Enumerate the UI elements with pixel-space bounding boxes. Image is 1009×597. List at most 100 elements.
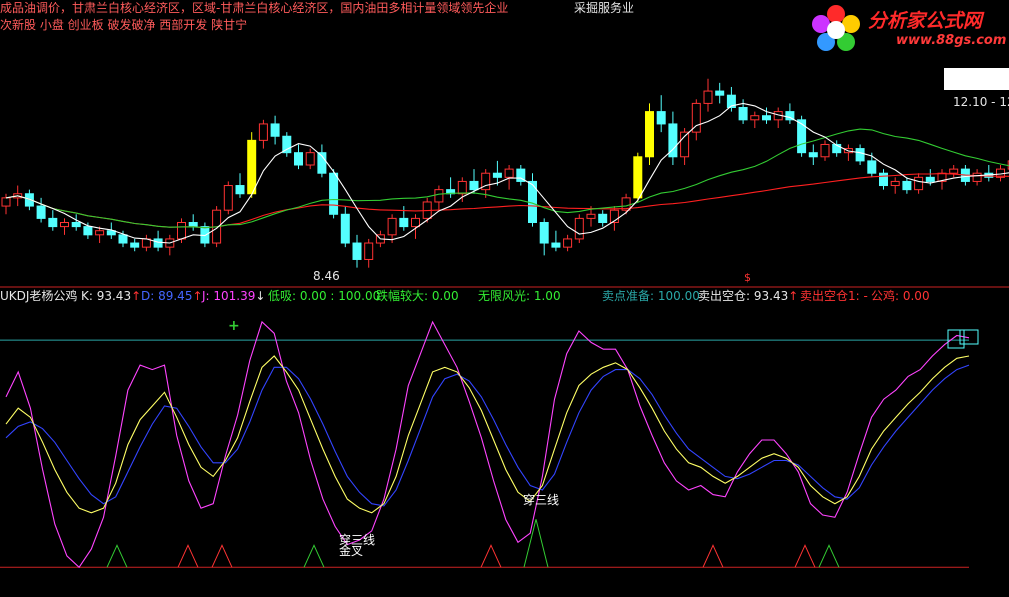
candle-body bbox=[153, 238, 163, 248]
indicator-item: J: 101.39↓ bbox=[202, 289, 266, 303]
sell-box-marker bbox=[947, 329, 965, 349]
indicator-item: 卖点准备: 100.00 bbox=[602, 289, 700, 303]
candle-body bbox=[130, 242, 140, 248]
signal-triangle-large bbox=[523, 519, 549, 568]
candle-body bbox=[949, 168, 959, 174]
indicator-item: K: 93.43↑ bbox=[81, 289, 142, 303]
signal-triangle bbox=[303, 544, 325, 568]
indicator-item: 卖出空仓1: - bbox=[800, 289, 868, 303]
concept-tags-line: 成品油调价，甘肃兰白核心经济区，区域-甘肃兰白核心经济区，国内油田多相计量领域领… bbox=[0, 1, 509, 15]
indicator-item: D: 89.45↑ bbox=[141, 289, 203, 303]
price-range-label: 12.10 - 12.65 bbox=[953, 95, 1009, 109]
indicator-arrow: ↑ bbox=[131, 289, 142, 303]
candle-body bbox=[820, 143, 830, 158]
signal-triangle bbox=[211, 544, 233, 568]
candle-body bbox=[411, 217, 420, 228]
candle-body bbox=[867, 160, 877, 174]
candle-body bbox=[551, 242, 561, 248]
candle-body bbox=[492, 172, 502, 178]
candle-body bbox=[387, 217, 397, 236]
signal-triangle bbox=[177, 544, 199, 568]
candle-body bbox=[762, 115, 771, 121]
candle-body bbox=[855, 148, 865, 162]
candle-body bbox=[434, 189, 444, 203]
indicator-arrow: ↑ bbox=[788, 289, 799, 303]
candle-body bbox=[469, 180, 479, 191]
indicator-item: 卖出空仓: 93.43↑ bbox=[698, 289, 799, 303]
candle-body bbox=[48, 217, 58, 228]
candle-body bbox=[329, 172, 339, 215]
candle-body bbox=[972, 172, 982, 182]
candle-body bbox=[738, 107, 748, 121]
signal-triangle bbox=[106, 544, 128, 568]
logo-url: www.88gs.com bbox=[896, 33, 1007, 48]
candle-body bbox=[715, 90, 725, 96]
candle-body bbox=[879, 172, 888, 187]
candle-body bbox=[258, 123, 268, 141]
candle-body bbox=[340, 213, 350, 244]
candle-body bbox=[808, 152, 818, 158]
logo-brand: 分析家公式网 bbox=[868, 10, 983, 32]
signal-triangle bbox=[480, 544, 502, 568]
candle-body bbox=[188, 222, 198, 228]
signal-triangle bbox=[794, 544, 816, 568]
candle-body bbox=[364, 242, 374, 260]
candle-body bbox=[305, 152, 315, 166]
buy-plus-marker: + bbox=[228, 318, 240, 334]
candle-body bbox=[586, 213, 596, 219]
candle-body bbox=[36, 205, 46, 219]
candle-body bbox=[598, 213, 608, 224]
candle-body bbox=[200, 226, 210, 244]
candle-body bbox=[1, 197, 11, 207]
low-price-label: 8.46 bbox=[313, 269, 340, 283]
indicator-arrow: ↓ bbox=[255, 289, 266, 303]
d-line bbox=[5, 364, 970, 507]
candle-body bbox=[247, 139, 257, 195]
indicator-item: 跌幅较大: 0.00 bbox=[376, 289, 459, 303]
candle-body bbox=[914, 176, 924, 191]
candle-body bbox=[656, 111, 666, 125]
price-panel bbox=[1, 78, 1009, 268]
candle-body bbox=[71, 222, 81, 228]
price-range-box bbox=[944, 68, 1009, 90]
sector-tags-line: 次新股 小盘 创业板 破发破净 西部开发 陕甘宁 bbox=[0, 18, 248, 32]
candle-body bbox=[457, 180, 467, 195]
candle-body bbox=[282, 135, 292, 154]
candle-body bbox=[890, 180, 900, 187]
candle-body bbox=[563, 238, 573, 248]
indicator-item: 低吸: 0.00 : 100.00 bbox=[268, 289, 381, 303]
signal-triangle bbox=[818, 544, 840, 568]
candle-body bbox=[294, 152, 303, 166]
indicator-item: UKDJ老杨公鸡 bbox=[0, 289, 78, 303]
candle-body bbox=[177, 222, 186, 240]
indicator-item: 无限风光: 1.00 bbox=[478, 289, 561, 303]
candle-body bbox=[270, 123, 280, 137]
ma60-line bbox=[5, 173, 1009, 229]
candle-body bbox=[574, 217, 584, 240]
candle-body bbox=[925, 176, 935, 182]
candle-body bbox=[902, 180, 912, 191]
indicator-arrow: ↑ bbox=[192, 289, 203, 303]
site-logo: 分析家公式网 www.88gs.com bbox=[808, 2, 1008, 54]
candle-body bbox=[95, 230, 105, 236]
candle-body bbox=[399, 217, 409, 228]
indicator-panel: + bbox=[0, 318, 979, 569]
candle-body bbox=[750, 115, 760, 121]
annotation-golden-cross: 金叉 bbox=[339, 544, 364, 558]
industry-label: 采掘服务业 bbox=[574, 1, 635, 15]
candle-body bbox=[504, 168, 514, 178]
candle-body bbox=[83, 226, 93, 236]
dollar-marker: $ bbox=[744, 271, 751, 284]
flower-icon bbox=[812, 5, 860, 51]
indicator-item: 公鸡: 0.00 bbox=[871, 289, 930, 303]
annotation-cross-three-lines: 穿三线 bbox=[523, 493, 560, 507]
j-line bbox=[5, 320, 970, 569]
candle-body bbox=[60, 222, 69, 228]
candle-body bbox=[118, 234, 128, 244]
candle-body bbox=[797, 119, 807, 154]
candle-body bbox=[633, 156, 643, 199]
candle-body bbox=[235, 185, 245, 195]
signal-triangle bbox=[702, 544, 724, 568]
candle-body bbox=[703, 90, 713, 104]
candle-body bbox=[645, 111, 654, 158]
